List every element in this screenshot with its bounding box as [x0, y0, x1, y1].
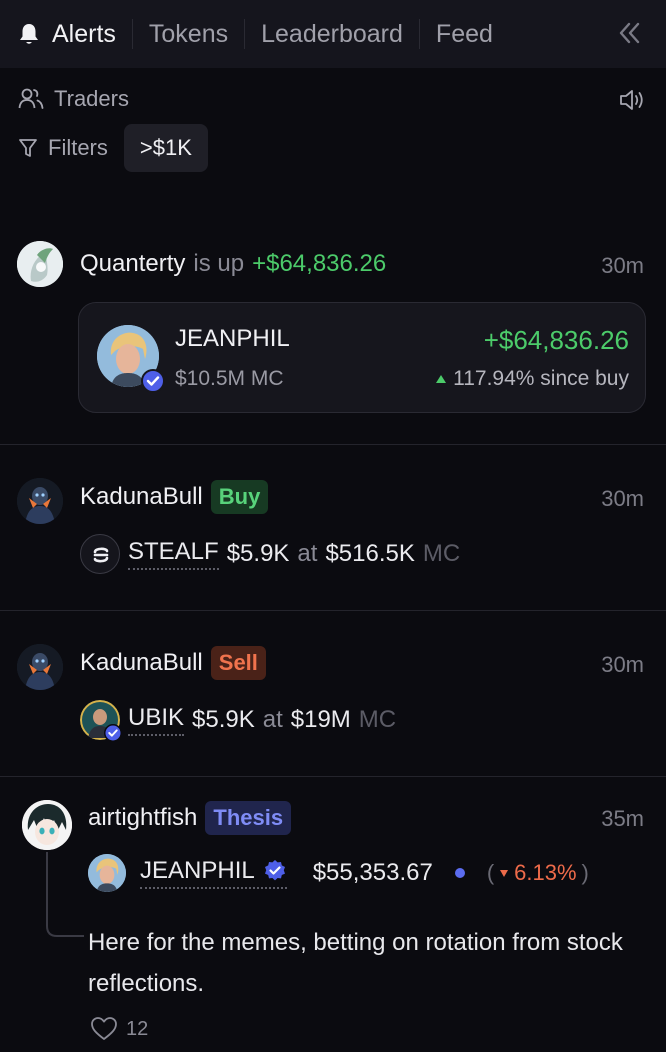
- token-link[interactable]: JEANPHIL: [140, 857, 287, 889]
- status-dot: [454, 868, 465, 878]
- like-button[interactable]: 12: [90, 1016, 148, 1042]
- trade-mc-value: $19M: [290, 706, 351, 733]
- token-icon[interactable]: [80, 534, 120, 574]
- user-name[interactable]: Quanterty: [80, 250, 185, 278]
- avatar[interactable]: [17, 644, 63, 690]
- avatar[interactable]: [17, 478, 63, 524]
- alert-action: is up: [193, 250, 245, 277]
- sell-badge: Sell: [210, 646, 266, 680]
- tab-tokens[interactable]: Tokens: [149, 0, 228, 68]
- token-card[interactable]: JEANPHIL $10.5M MC +$64,836.26 117.94% s…: [78, 302, 646, 413]
- trade-size: $5.9K: [226, 540, 290, 567]
- paren-close: ): [581, 860, 589, 885]
- user-name[interactable]: airtightfish: [88, 804, 197, 832]
- thesis-text: Here for the memes, betting on rotation …: [88, 929, 623, 997]
- alert-headline: Quanterty is up +$64,836.26: [80, 250, 386, 278]
- traders-selector[interactable]: Traders: [18, 86, 129, 112]
- token-pnl: +$64,836.26: [483, 325, 629, 355]
- tab-feed[interactable]: Feed: [436, 0, 493, 68]
- tab-feed-label: Feed: [435, 19, 493, 48]
- avatar[interactable]: [22, 800, 72, 850]
- alert-amount: +$64,836.26: [252, 250, 387, 277]
- buy-badge: Buy: [210, 480, 269, 514]
- traders-label: Traders: [54, 86, 129, 111]
- filters-row: Filters >$1K: [18, 124, 208, 172]
- divider: [0, 444, 666, 445]
- user-name[interactable]: KadunaBull: [80, 483, 203, 511]
- verified-icon: [104, 724, 122, 742]
- filters-label[interactable]: Filters: [48, 135, 108, 161]
- verified-icon: [264, 860, 285, 881]
- verified-icon: [141, 369, 165, 393]
- trade-line: UBIK $5.9K at $19M MC: [80, 700, 397, 742]
- divider: [0, 610, 666, 611]
- token-mc: $10.5M MC: [175, 367, 284, 390]
- token-symbol[interactable]: STEALF: [128, 538, 219, 570]
- tab-leaderboard-label: Leaderboard: [261, 19, 403, 48]
- tab-alerts[interactable]: Alerts: [18, 0, 116, 68]
- price-change: ( 6.13% ): [487, 860, 589, 886]
- avatar-image: [17, 241, 63, 287]
- tab-divider: [244, 19, 246, 49]
- triangle-down-icon: [500, 869, 509, 877]
- alert-headline: KadunaBull Buy: [80, 480, 269, 514]
- token-change-label: 117.94% since buy: [453, 367, 629, 390]
- trade-at: at: [297, 540, 318, 567]
- triangle-up-icon: [436, 375, 447, 383]
- tab-leaderboard[interactable]: Leaderboard: [261, 0, 403, 68]
- token-symbol[interactable]: UBIK: [128, 704, 185, 736]
- users-icon: [18, 88, 44, 109]
- tab-tokens-label: Tokens: [148, 19, 229, 48]
- user-name[interactable]: KadunaBull: [80, 649, 203, 677]
- avatar-image: [17, 644, 63, 690]
- filter-icon: [19, 139, 37, 157]
- token-icon[interactable]: [80, 700, 122, 742]
- thesis-token-line: JEANPHIL $55,353.67 ( 6.13% ): [88, 854, 589, 892]
- paren-open: (: [486, 860, 495, 885]
- tab-divider: [131, 19, 133, 49]
- avatar-image: [22, 800, 72, 850]
- tab-alerts-label: Alerts: [52, 19, 116, 48]
- alert-headline: KadunaBull Sell: [80, 646, 266, 680]
- collapse-icon[interactable]: [614, 18, 644, 48]
- avatar-image: [17, 478, 63, 524]
- thesis-badge: Thesis: [205, 801, 292, 835]
- thread-connector: [46, 852, 84, 937]
- trade-mc-label: MC: [422, 540, 461, 567]
- trade-mc-value: $516.5K: [325, 540, 415, 567]
- avatar[interactable]: [17, 241, 63, 287]
- token-name: JEANPHIL: [175, 325, 290, 352]
- trade-at: at: [262, 706, 283, 733]
- divider: [0, 776, 666, 777]
- price-change-value: 6.13%: [514, 860, 577, 885]
- tab-divider: [418, 19, 420, 49]
- heart-icon: [91, 1017, 117, 1040]
- alert-time: 30m: [601, 486, 644, 511]
- bell-icon: [20, 24, 38, 44]
- sound-icon[interactable]: [618, 88, 646, 112]
- alert-headline: airtightfish Thesis: [88, 801, 292, 835]
- token-symbol: JEANPHIL: [140, 857, 255, 884]
- trade-mc-label: MC: [358, 706, 397, 733]
- alert-time: 30m: [601, 253, 644, 278]
- trade-line: STEALF $5.9K at $516.5K MC: [80, 534, 460, 574]
- token-icon[interactable]: [88, 854, 126, 892]
- filter-chip[interactable]: >$1K: [123, 124, 208, 172]
- like-count: 12: [126, 1017, 149, 1040]
- alert-time: 35m: [601, 806, 644, 831]
- token-change: 117.94% since buy: [435, 367, 629, 391]
- alert-time: 30m: [601, 652, 644, 677]
- top-nav: Alerts Tokens Leaderboard Feed: [0, 0, 666, 68]
- token-price: $55,353.67: [312, 859, 433, 886]
- trade-size: $5.9K: [192, 706, 255, 733]
